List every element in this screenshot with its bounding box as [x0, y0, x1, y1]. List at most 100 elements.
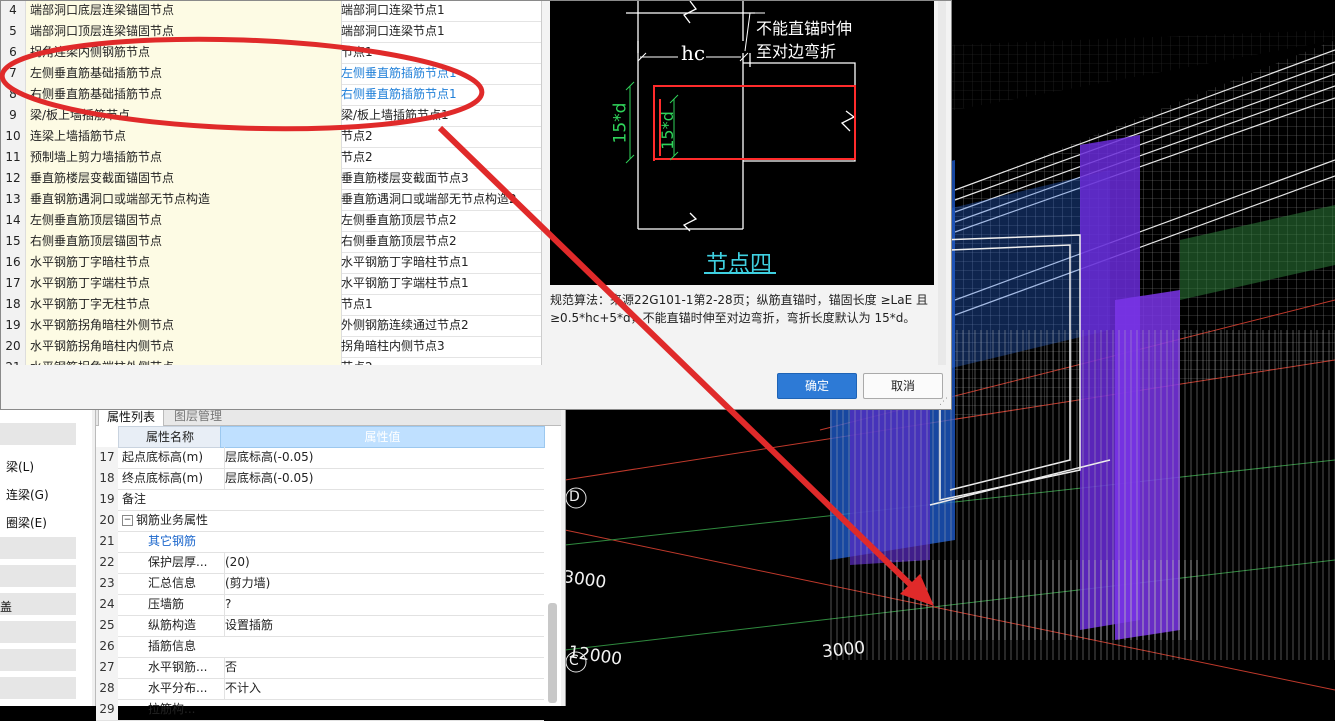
table-row[interactable]: 5 端部洞口顶层连梁锚固节点 端部洞口连梁节点1 [1, 21, 541, 43]
property-row[interactable]: 26 插筋信息 [96, 636, 544, 658]
property-row[interactable]: 17 起点底标高(m) 层底标高(-0.05) [96, 447, 544, 469]
table-row[interactable]: 14 左侧垂直筋顶层锚固节点 左侧垂直筋顶层节点2 [1, 210, 541, 232]
row-number: 14 [1, 210, 26, 231]
table-row[interactable]: 18 水平钢筋丁字无柱节点 节点1 [1, 294, 541, 316]
table-row[interactable]: 10 连梁上墙插筋节点 节点2 [1, 126, 541, 148]
table-row[interactable]: 7 左侧垂直筋基础插筋节点 左侧垂直筋插筋节点1 [1, 63, 541, 85]
node-value-cell[interactable]: 右侧垂直筋插筋节点1 [341, 84, 539, 105]
table-row[interactable]: 16 水平钢筋丁字暗柱节点 水平钢筋丁字暗柱节点1 [1, 252, 541, 274]
property-value[interactable]: 否 [224, 657, 543, 678]
collapse-toggle-icon[interactable]: − [122, 515, 133, 526]
property-value[interactable]: (剪力墙) [224, 573, 543, 594]
property-name: 汇总信息 [148, 576, 197, 590]
property-row[interactable]: 29 拉筋构... [96, 699, 544, 721]
row-number: 11 [1, 147, 26, 168]
node-value-cell[interactable]: 节点1 [341, 42, 539, 63]
table-row[interactable]: 19 水平钢筋拐角暗柱外侧节点 外侧钢筋连续通过节点2 [1, 315, 541, 337]
node-value-cell[interactable]: 外侧钢筋连续通过节点2 [341, 315, 539, 336]
node-value-cell[interactable]: 节点2 [341, 126, 539, 147]
nav-item-beam[interactable]: 梁(L) [6, 458, 34, 475]
node-value-cell[interactable]: 端部洞口连梁节点1 [341, 1, 539, 21]
property-row[interactable]: 18 终点底标高(m) 层底标高(-0.05) [96, 468, 544, 490]
node-value-cell[interactable]: 拐角暗柱内侧节点3 [341, 336, 539, 357]
property-value-text: (剪力墙) [225, 576, 271, 590]
property-table-header: 属性名称 属性值 [96, 426, 545, 448]
node-preview-drawing [625, 1, 856, 274]
property-value[interactable]: ? [224, 594, 543, 615]
property-row[interactable]: 23 汇总信息 (剪力墙) [96, 573, 544, 595]
node-value-cell[interactable]: 节点2 [341, 147, 539, 168]
node-preview: hc 不能直锚时伸 至对边弯折 15*d 15*d 节点四 [550, 1, 934, 285]
node-name-cell: 梁/板上墙插筋节点 [26, 105, 342, 126]
property-row[interactable]: 27 水平钢筋... 否 [96, 657, 544, 679]
node-value-cell[interactable]: 垂直筋楼层变截面节点3 [341, 168, 539, 189]
property-name: 起点底标高(m) [122, 450, 204, 464]
node-value-cell[interactable]: 水平钢筋丁字端柱节点1 [341, 273, 539, 294]
row-number: 5 [1, 21, 26, 42]
table-row[interactable]: 8 右侧垂直筋基础插筋节点 右侧垂直筋插筋节点1 [1, 84, 541, 106]
node-value-cell[interactable]: 右侧垂直筋顶层节点2 [341, 231, 539, 252]
label-15d-outer: 15*d [610, 102, 631, 144]
table-row[interactable]: 17 水平钢筋丁字端柱节点 水平钢筋丁字端柱节点1 [1, 273, 541, 295]
resize-grip-icon[interactable]: ⋰ [939, 397, 949, 407]
property-value-text: 不计入 [225, 681, 262, 695]
label-cannot-anchor-2: 至对边弯折 [756, 42, 837, 61]
row-number: 23 [96, 573, 118, 594]
nav-item-ring-beam[interactable]: 圈梁(E) [6, 514, 47, 531]
header-property-value: 属性值 [220, 426, 545, 448]
node-value-cell[interactable]: 左侧垂直筋插筋节点1 [341, 63, 539, 84]
node-value-cell[interactable]: 端部洞口连梁节点1 [341, 21, 539, 42]
table-row[interactable]: 4 端部洞口底层连梁锚固节点 端部洞口连梁节点1 [1, 1, 541, 22]
node-value-cell[interactable]: 节点1 [341, 294, 539, 315]
node-value-cell[interactable]: 左侧垂直筋顶层节点2 [341, 210, 539, 231]
node-value-cell[interactable]: 节点2 [341, 357, 539, 365]
table-row[interactable]: 6 拐角连梁内侧钢筋节点 节点1 [1, 42, 541, 64]
nav-separator-block [0, 649, 76, 671]
cancel-button[interactable]: 取消 [863, 373, 943, 399]
row-number: 25 [96, 615, 118, 636]
row-number: 15 [1, 231, 26, 252]
property-row[interactable]: 25 纵筋构造 设置插筋 [96, 615, 544, 637]
table-row[interactable]: 15 右侧垂直筋顶层锚固节点 右侧垂直筋顶层节点2 [1, 231, 541, 253]
row-number: 19 [1, 315, 26, 336]
table-row[interactable]: 12 垂直筋楼层变截面锚固节点 垂直筋楼层变截面节点3 [1, 168, 541, 190]
nav-item-cover[interactable]: 盖 [0, 598, 12, 615]
property-name: 插筋信息 [148, 639, 197, 653]
ok-button[interactable]: 确定 [777, 373, 857, 399]
property-scrollbar[interactable] [548, 603, 557, 703]
table-row[interactable]: 21水平钢筋拐角端柱外侧节点节点2 [1, 357, 541, 365]
label-cannot-anchor-1: 不能直锚时伸 [756, 19, 853, 38]
property-row[interactable]: 24 压墙筋? [96, 594, 544, 616]
property-value[interactable]: 层底标高(-0.05) [224, 447, 543, 468]
nav-item-coupling-beam[interactable]: 连梁(G) [6, 486, 49, 503]
table-row[interactable]: 9 梁/板上墙插筋节点 梁/板上墙插筋节点1 [1, 105, 541, 127]
row-number: 10 [1, 126, 26, 147]
table-row[interactable]: 13 垂直钢筋遇洞口或端部无节点构造 垂直筋遇洞口或端部无节点构造2 [1, 189, 541, 211]
property-row[interactable]: 20 钢筋业务属性 − [96, 510, 544, 532]
node-value-cell[interactable]: 垂直筋遇洞口或端部无节点构造2 [341, 189, 539, 210]
property-row[interactable]: 22 保护层厚... (20) [96, 552, 544, 574]
property-value[interactable]: (20) [224, 552, 543, 573]
table-row[interactable]: 20 水平钢筋拐角暗柱内侧节点 拐角暗柱内侧节点3 [1, 336, 541, 358]
node-name-cell: 垂直筋楼层变截面锚固节点 [26, 168, 342, 189]
node-name-cell: 右侧垂直筋顶层锚固节点 [26, 231, 342, 252]
row-number: 20 [1, 336, 26, 357]
row-number: 12 [1, 168, 26, 189]
table-row[interactable]: 11 预制墙上剪力墙插筋节点 节点2 [1, 147, 541, 169]
property-value[interactable]: 设置插筋 [224, 615, 543, 636]
node-table: 4 端部洞口底层连梁锚固节点 端部洞口连梁节点1 5 端部洞口顶层连梁锚固节点 端部洞口连… [1, 1, 542, 365]
property-row[interactable]: 21 其它钢筋 [96, 531, 544, 553]
property-name: 压墙筋 [148, 597, 185, 611]
property-name: 纵筋构造 [148, 618, 197, 632]
preview-title: 节点四 [706, 252, 773, 277]
property-row[interactable]: 19 备注 [96, 489, 544, 511]
row-number: 4 [1, 1, 26, 21]
axis-label-d: D [569, 489, 580, 505]
node-value-cell[interactable]: 水平钢筋丁字暗柱节点1 [341, 252, 539, 273]
property-row[interactable]: 28 水平分布... 不计入 [96, 678, 544, 700]
node-value-cell[interactable]: 梁/板上墙插筋节点1 [341, 105, 539, 126]
nav-separator-block [0, 423, 76, 445]
row-number: 28 [96, 678, 118, 699]
property-value[interactable]: 层底标高(-0.05) [224, 468, 543, 489]
property-value[interactable]: 不计入 [224, 678, 543, 699]
